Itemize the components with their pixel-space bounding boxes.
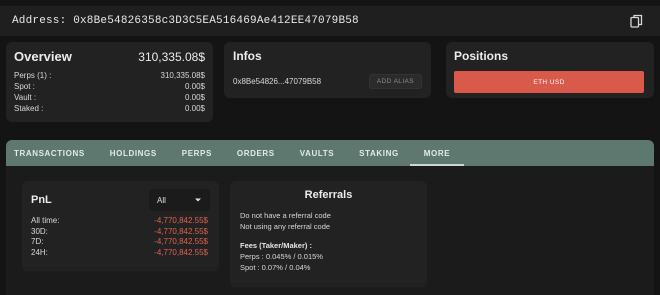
referral-status-line: Do not have a referral code — [240, 211, 331, 220]
add-alias-button[interactable]: ADD ALIAS — [368, 74, 422, 89]
overview-row-label: Spot : — [14, 82, 35, 91]
tab-more[interactable]: MORE — [409, 140, 465, 166]
overview-row-perps: Perps (1) : 310,335.08$ — [14, 70, 205, 81]
referrals-title: Referrals — [304, 189, 353, 201]
pnl-select-value: All — [157, 195, 166, 205]
overview-total: 310,335.08$ — [138, 50, 205, 64]
tab-orders[interactable]: ORDERS — [237, 140, 275, 166]
position-eth-usd-button[interactable]: ETH USD — [454, 71, 644, 93]
tab-vaults[interactable]: VAULTS — [300, 140, 334, 166]
pnl-row-7d: 7D: -4,770,842.55$ — [31, 237, 210, 248]
pnl-title: PnL — [31, 194, 52, 206]
pnl-card: PnL All All time: -4,770,842.55$ 30D: -4… — [22, 181, 219, 271]
positions-card: Positions ETH USD — [446, 42, 654, 98]
pnl-row-all-time: All time: -4,770,842.55$ — [31, 216, 210, 227]
pnl-row-label: 24H: — [31, 247, 48, 257]
pnl-row-value: -4,770,842.55$ — [154, 216, 208, 225]
positions-title: Positions — [454, 49, 509, 63]
overview-row-value: 310,335.08$ — [160, 71, 206, 80]
fees-spot: Spot : 0.07% / 0.04% — [240, 263, 311, 272]
referral-usage-line: Not using any referral code — [240, 222, 331, 231]
overview-row-vault: Vault : 0.00$ — [14, 92, 205, 103]
pnl-rows: All time: -4,770,842.55$ 30D: -4,770,842… — [31, 216, 210, 258]
infos-title: Infos — [233, 49, 262, 63]
pnl-row-value: -4,770,842.55$ — [154, 226, 208, 236]
caret-down-icon — [194, 196, 202, 205]
overview-row-value: 0.00$ — [184, 93, 205, 102]
address-bar: Address: 0x8Be54826358c3D3C5EA516469Ae41… — [0, 6, 660, 36]
infos-card: Infos 0x8Be54826...47079B58 ADD ALIAS — [224, 42, 431, 98]
overview-row-staked: Staked : 0.00$ — [14, 103, 205, 114]
tab-bar: TRANSACTIONS HOLDINGS PERPS ORDERS VAULT… — [6, 140, 654, 166]
pnl-row-value: -4,770,842.55$ — [154, 247, 208, 257]
wallet-address: Address: 0x8Be54826358c3D3C5EA516469Ae41… — [12, 15, 359, 27]
overview-row-value: 0.00$ — [184, 104, 205, 113]
infos-short-address: 0x8Be54826...47079B58 — [233, 77, 322, 86]
fees-title: Fees (Taker/Maker) : — [240, 241, 312, 250]
pnl-row-24h: 24H: -4,770,842.55$ — [31, 248, 210, 259]
overview-card: Overview 310,335.08$ Perps (1) : 310,335… — [6, 42, 213, 122]
overview-row-label: Staked : — [14, 104, 44, 113]
referrals-card: Referrals Do not have a referral code No… — [230, 181, 427, 287]
fees-perps: Perps : 0.045% / 0.015% — [240, 252, 323, 261]
pnl-row-value: -4,770,842.55$ — [154, 237, 208, 246]
overview-row-spot: Spot : 0.00$ — [14, 81, 205, 92]
overview-row-label: Perps (1) : — [14, 71, 52, 80]
pnl-row-label: 30D: — [31, 226, 48, 236]
pnl-row-label: 7D: — [31, 237, 44, 246]
tab-staking[interactable]: STAKING — [359, 140, 399, 166]
copy-icon[interactable] — [630, 14, 644, 28]
tab-transactions[interactable]: TRANSACTIONS — [14, 140, 85, 166]
tab-holdings[interactable]: HOLDINGS — [110, 140, 157, 166]
tab-perps[interactable]: PERPS — [182, 140, 212, 166]
overview-row-label: Vault : — [14, 93, 37, 102]
pnl-period-select[interactable]: All — [149, 189, 210, 211]
pnl-row-30d: 30D: -4,770,842.55$ — [31, 227, 210, 238]
pnl-row-label: All time: — [31, 216, 60, 225]
overview-row-value: 0.00$ — [184, 82, 205, 91]
overview-title: Overview — [14, 49, 72, 64]
overview-rows: Perps (1) : 310,335.08$ Spot : 0.00$ Vau… — [14, 70, 205, 114]
